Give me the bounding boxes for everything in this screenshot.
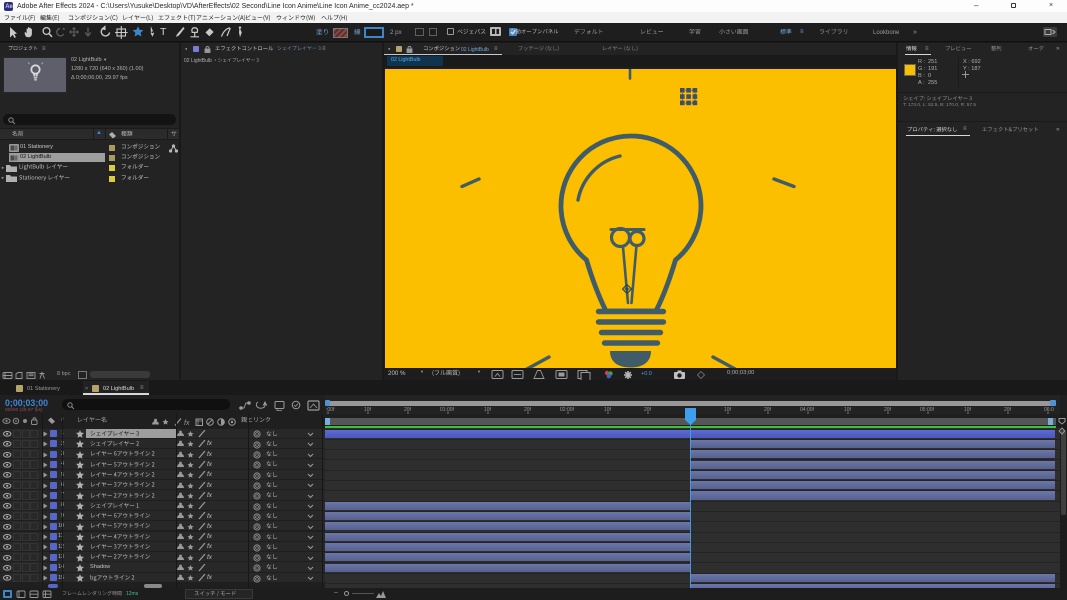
svg-text:fx: fx: [184, 420, 190, 426]
